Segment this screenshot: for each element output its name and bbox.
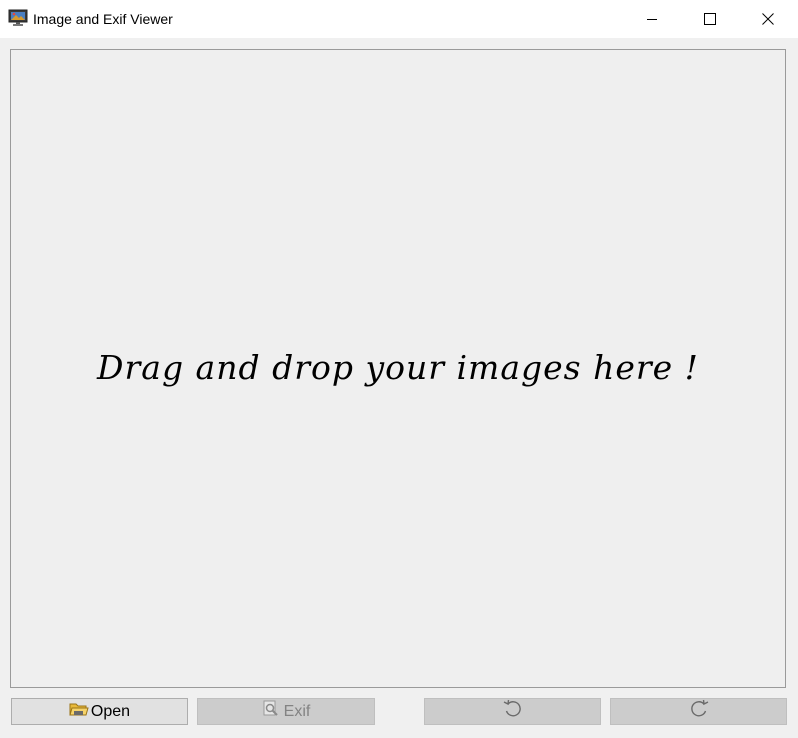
rotate-left-icon [502, 698, 524, 725]
rotate-left-button[interactable] [424, 698, 601, 725]
maximize-button[interactable] [687, 0, 733, 38]
open-button-label: Open [90, 702, 131, 720]
magnifier-document-icon [262, 700, 282, 723]
exif-button[interactable]: Exif [197, 698, 375, 725]
exif-button-label: Exif [283, 702, 311, 720]
rotate-right-icon [688, 698, 710, 725]
drop-instruction-text: Drag and drop your images here ! [97, 348, 699, 387]
close-icon [762, 13, 774, 25]
folder-icon [69, 700, 89, 723]
window-title: Image and Exif Viewer [33, 11, 173, 27]
open-button[interactable]: Open [11, 698, 188, 725]
minimize-icon [647, 19, 657, 20]
maximize-icon [704, 13, 716, 25]
image-drop-area[interactable]: Drag and drop your images here ! [10, 49, 786, 688]
rotate-right-button[interactable] [610, 698, 787, 725]
title-bar: Image and Exif Viewer [0, 0, 798, 38]
app-picture-monitor-icon[interactable] [8, 9, 28, 27]
minimize-button[interactable] [629, 0, 675, 38]
close-button[interactable] [745, 0, 791, 38]
